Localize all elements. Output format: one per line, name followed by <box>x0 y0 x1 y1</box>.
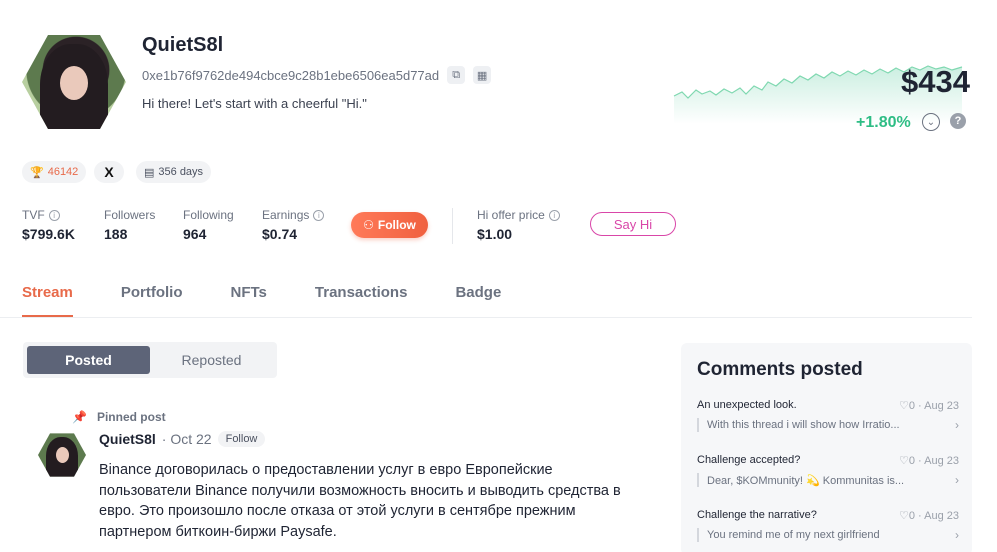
x-logo-icon: X <box>104 164 114 180</box>
copy-icon[interactable]: ⧉ <box>447 66 466 84</box>
stat-earnings: Earnings i $0.74 <box>262 208 325 242</box>
price-change: +1.80% <box>856 114 911 131</box>
trophy-chip[interactable]: 🏆 46142 <box>22 161 87 183</box>
reposted-toggle[interactable]: Reposted <box>150 346 273 374</box>
stat-label: Earnings <box>262 208 310 222</box>
x-social-link[interactable]: X <box>94 161 124 183</box>
divider <box>452 208 453 244</box>
stat-label: Following <box>183 208 234 222</box>
profile-tabs: Stream Portfolio NFTs Transactions Badge <box>22 284 549 318</box>
comment-item[interactable]: An unexpected look. ♡0 · Aug 23 With this… <box>697 399 959 432</box>
account-age: 356 days <box>158 166 204 178</box>
post-date: · Oct 22 <box>161 431 212 447</box>
comment-meta: ♡0 · Aug 23 <box>898 510 959 522</box>
comment-title: Challenge the narrative? <box>697 509 817 521</box>
pinned-indicator: 📌 Pinned post <box>72 410 166 424</box>
calendar-icon: ▤ <box>144 166 155 179</box>
profile-username: QuietS8l <box>142 34 224 56</box>
stat-tvf: TVF i $799.6K <box>22 208 75 242</box>
account-age-chip: ▤ 356 days <box>136 161 212 183</box>
say-hi-button[interactable]: Say Hi <box>590 212 676 236</box>
stat-value: 964 <box>183 226 207 242</box>
trophy-count: 46142 <box>47 166 79 178</box>
post-body[interactable]: Binance договорилась о предоставлении ус… <box>99 460 639 542</box>
stat-label: Followers <box>104 208 156 222</box>
post-author[interactable]: QuietS8l <box>99 431 156 447</box>
qr-code-icon[interactable]: ▦ <box>473 66 492 84</box>
comment-title: Challenge accepted? <box>697 454 801 466</box>
stat-value: 188 <box>104 226 128 242</box>
tabs-divider <box>0 317 972 318</box>
help-icon[interactable]: ? <box>950 113 966 129</box>
tab-transactions[interactable]: Transactions <box>315 284 408 318</box>
info-icon[interactable]: i <box>48 209 60 221</box>
comment-context: You remind me of my next girlfriend <box>707 529 880 541</box>
comment-title: An unexpected look. <box>697 399 797 411</box>
follow-button[interactable]: ⚇ Follow <box>351 212 428 238</box>
tab-portfolio[interactable]: Portfolio <box>121 284 183 318</box>
profile-bio: Hi there! Let's start with a cheerful "H… <box>142 96 367 111</box>
post-author-avatar[interactable] <box>38 433 86 477</box>
stat-following[interactable]: Following 964 <box>183 208 234 242</box>
info-icon[interactable]: i <box>313 209 325 221</box>
comments-title: Comments posted <box>697 359 863 380</box>
post-follow-button[interactable]: Follow <box>217 431 266 447</box>
tab-nfts[interactable]: NFTs <box>231 284 267 318</box>
comment-item[interactable]: Challenge accepted? ♡0 · Aug 23 Dear, $KO… <box>697 454 959 487</box>
comment-meta: ♡0 · Aug 23 <box>898 455 959 467</box>
follow-label: Follow <box>377 218 416 232</box>
chevron-right-icon: › <box>955 418 959 432</box>
hi-offer-value: $1.00 <box>477 226 513 242</box>
chevron-right-icon: › <box>955 528 959 542</box>
hi-offer-label: Hi offer price <box>477 208 545 222</box>
pinned-label: Pinned post <box>96 410 166 424</box>
comment-item[interactable]: Challenge the narrative? ♡0 · Aug 23 You … <box>697 509 959 542</box>
comment-meta: ♡0 · Aug 23 <box>898 400 959 412</box>
chevron-right-icon: › <box>955 473 959 487</box>
stat-followers[interactable]: Followers 188 <box>104 208 155 242</box>
post-filter-segment: Posted Reposted <box>23 342 277 378</box>
chevron-down-icon[interactable]: ⌄ <box>922 113 940 131</box>
add-user-icon: ⚇ <box>363 218 374 232</box>
info-icon[interactable]: i <box>548 209 560 221</box>
wallet-address-row: 0xe1b76f9762de494cbce9c28b1ebe6506ea5d77… <box>142 66 492 84</box>
trophy-icon: 🏆 <box>30 166 44 179</box>
stat-value: $799.6K <box>22 226 75 242</box>
comment-context: With this thread i will show how Irratio… <box>707 419 900 431</box>
post-header: QuietS8l · Oct 22 Follow <box>99 431 266 447</box>
tab-badge[interactable]: Badge <box>455 284 501 318</box>
hi-offer-price: Hi offer price i $1.00 <box>477 208 560 242</box>
profile-avatar[interactable] <box>22 35 126 129</box>
wallet-address: 0xe1b76f9762de494cbce9c28b1ebe6506ea5d77… <box>142 67 440 83</box>
tab-stream[interactable]: Stream <box>22 284 73 318</box>
stat-label: TVF <box>22 208 45 222</box>
token-price: $434 <box>901 64 970 99</box>
posted-toggle[interactable]: Posted <box>27 346 150 374</box>
stat-value: $0.74 <box>262 226 298 242</box>
comment-context: Dear, $KOMmunity! 💫 Kommunitas is... <box>707 474 905 487</box>
pin-icon: 📌 <box>72 410 87 424</box>
